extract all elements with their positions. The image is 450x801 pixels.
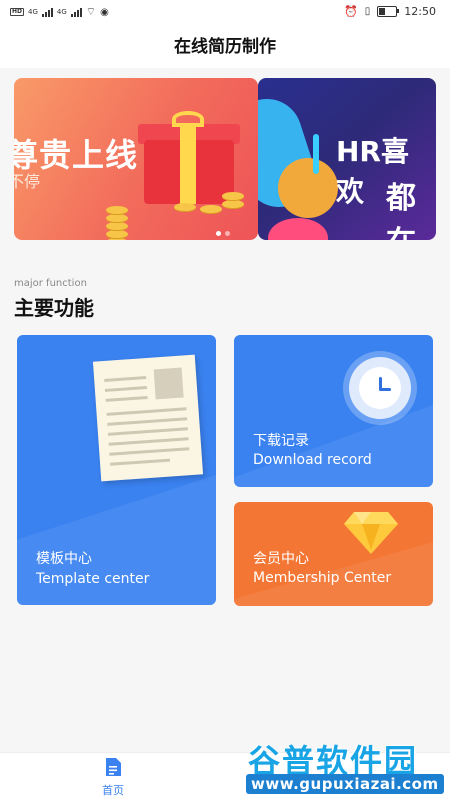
tab-home[interactable]: 首页 bbox=[93, 757, 133, 798]
resume-document-icon bbox=[92, 354, 204, 482]
gift-bow bbox=[172, 111, 204, 127]
membership-center-card[interactable]: 会员中心 Membership Center bbox=[234, 502, 433, 606]
carousel-dots bbox=[216, 231, 230, 236]
carousel-dot[interactable] bbox=[225, 231, 230, 236]
membership-center-label-en: Membership Center bbox=[253, 570, 392, 586]
coin-icon bbox=[222, 200, 244, 208]
coin-icon bbox=[106, 238, 128, 240]
status-left: HD 4G 4G ⌔ ◉ bbox=[10, 5, 109, 19]
eye-icon: ◉ bbox=[100, 6, 109, 18]
download-record-label-zh: 下载记录 bbox=[253, 433, 309, 449]
section-label-en: major function bbox=[14, 278, 87, 289]
carousel-dot-active[interactable] bbox=[216, 231, 221, 236]
coin-icon bbox=[106, 222, 128, 230]
status-time: 12:50 bbox=[404, 5, 436, 18]
membership-center-label-zh: 会员中心 bbox=[253, 551, 309, 567]
template-center-card[interactable]: 模板中心 Template center bbox=[17, 335, 216, 605]
signal-icon bbox=[41, 7, 53, 17]
network-type-2: 4G bbox=[56, 8, 67, 16]
status-bar: HD 4G 4G ⌔ ◉ ⏰ ▯ 12:50 bbox=[0, 0, 450, 26]
diamond-icon bbox=[344, 512, 398, 554]
vibrate-icon: ▯ bbox=[364, 6, 371, 17]
status-right: ⏰ ▯ 12:50 bbox=[344, 5, 436, 18]
site-watermark: 谷普软件园 www.gupuxiazai.com bbox=[246, 736, 446, 798]
resume-photo bbox=[153, 367, 184, 400]
coin-icon bbox=[174, 203, 196, 211]
coin-icon bbox=[106, 206, 128, 214]
alarm-icon: ⏰ bbox=[344, 5, 358, 18]
banner-decor-shape bbox=[278, 158, 338, 218]
download-record-card[interactable]: 下载记录 Download record bbox=[234, 335, 433, 487]
banner-1-subtitle: 不停 bbox=[14, 172, 41, 191]
signal-icon-2 bbox=[70, 7, 82, 17]
network-type: 4G bbox=[28, 8, 38, 16]
template-center-label-zh: 模板中心 bbox=[36, 551, 92, 567]
coin-icon bbox=[106, 214, 128, 222]
banner-slide-1[interactable]: 尊贵上线 不停 bbox=[14, 78, 258, 240]
watermark-url: www.gupuxiazai.com bbox=[246, 774, 444, 794]
banner-slide-2[interactable]: HR喜欢 都在 bbox=[258, 78, 436, 240]
download-record-label-en: Download record bbox=[253, 452, 372, 468]
hd-badge: HD bbox=[10, 8, 25, 16]
wifi-icon: ⌔ bbox=[85, 5, 97, 18]
page-title: 在线简历制作 bbox=[0, 26, 450, 68]
banner-2-subtitle: 都在 bbox=[386, 181, 416, 240]
banner-decor-shape bbox=[268, 218, 328, 240]
tab-home-label: 首页 bbox=[102, 784, 124, 797]
document-icon bbox=[106, 758, 121, 776]
clock-icon bbox=[349, 357, 411, 419]
coin-icon bbox=[200, 205, 222, 213]
coin-icon bbox=[106, 230, 128, 238]
banner-decor-shape bbox=[313, 134, 319, 174]
battery-icon bbox=[377, 6, 400, 17]
gift-ribbon bbox=[180, 124, 196, 204]
template-center-label-en: Template center bbox=[36, 571, 150, 587]
coin-icon bbox=[222, 192, 244, 200]
section-title: 主要功能 bbox=[14, 296, 94, 320]
